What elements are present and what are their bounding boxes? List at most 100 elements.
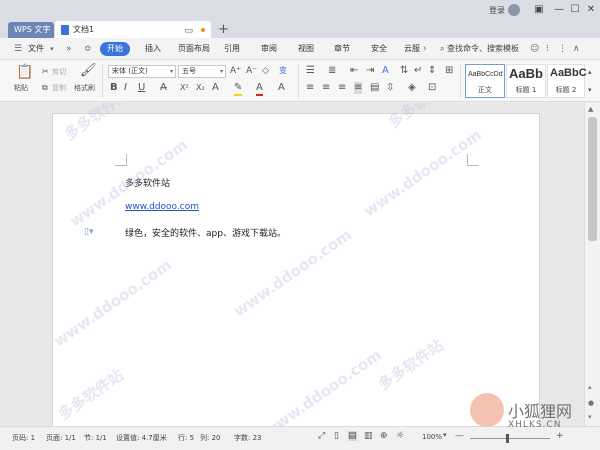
styles-scroll-down-icon[interactable]: ▾ [588,84,592,96]
browse-object-icon[interactable]: ● [588,399,594,407]
document-page[interactable]: 多多软件站 www.ddooo.com ▯▾ 绿色，安全的软件、app、游戏下载… [50,103,540,426]
menu-chapter[interactable]: 章节 [334,42,350,56]
menu-file[interactable]: 文件 [28,42,44,56]
zoom-out-button[interactable]: — [455,431,464,441]
style-normal[interactable]: AaBbCcDd 正文 [465,64,505,98]
align-center-icon[interactable]: ≡ [322,82,330,94]
grow-font-icon[interactable]: A⁺ [230,65,241,77]
underline-icon[interactable]: U [138,82,145,94]
clear-format-icon[interactable]: ◇ [262,65,269,77]
minimize-button[interactable]: — [552,3,566,17]
scroll-up-icon[interactable]: ▲ [588,105,593,113]
scroll-thumb[interactable] [588,117,597,241]
shrink-font-icon[interactable]: A⁻ [246,65,257,77]
zoom-slider[interactable] [470,438,550,439]
login-link[interactable]: 登录 [489,5,505,16]
zoom-menu-icon[interactable]: ▾ [443,431,447,439]
subscript-icon[interactable]: X₂ [196,82,205,94]
bold-icon[interactable]: B [110,82,118,94]
scissors-icon[interactable]: ✂ [42,66,49,78]
doc-line-description[interactable]: 绿色，安全的软件、app、游戏下载站。 [125,226,286,239]
settings-icon[interactable]: ⁝ [546,42,549,56]
format-painter-button[interactable]: 格式刷 [74,84,95,93]
decrease-indent-icon[interactable]: ⇤ [350,65,358,77]
distributed-icon[interactable]: ▤ [370,82,379,94]
chevron-down-icon[interactable]: ▾ [50,42,54,56]
collapse-ribbon-icon[interactable]: ∧ [573,42,580,56]
font-family-select[interactable]: 宋体 (正文) ▾ [108,65,176,78]
highlight-icon[interactable]: ✎ [234,82,243,96]
menu-home[interactable]: 开始 [100,42,130,56]
vertical-scrollbar[interactable]: ▲ ▴ ● ▾ [584,103,600,426]
status-setting[interactable]: 设置值: 4.7厘米 [116,433,167,443]
zoom-in-button[interactable]: + [556,431,564,441]
paragraph-menu-icon[interactable]: ▯▾ [84,227,93,237]
menu-security[interactable]: 安全 [371,42,387,56]
pinyin-icon[interactable]: 变 [279,65,287,77]
web-layout-icon[interactable]: ⊕ [380,431,388,441]
show-marks-icon[interactable]: ↵ [414,65,422,77]
strikethrough-icon[interactable]: A̶ [160,82,167,94]
line-spacing-menu-icon[interactable]: ⇳ [386,82,394,94]
cut-button[interactable]: 剪切 [52,68,66,77]
hamburger-icon[interactable]: ☰ [14,42,22,56]
command-search[interactable]: ⌕ 查找命令、搜索模板 [440,42,519,56]
char-border-icon[interactable]: A [278,82,285,94]
align-right-icon[interactable]: ≡ [338,82,346,94]
style-heading-1[interactable]: AaBb 标题 1 [506,64,546,98]
paste-button[interactable]: 粘贴 [14,84,28,93]
sort-icon[interactable]: ⇅ [400,65,408,77]
tab-wps-writer[interactable]: WPS 文字 [8,22,54,38]
avatar[interactable] [508,4,520,16]
copy-button[interactable]: 复制 [52,84,66,93]
menu-page-layout[interactable]: 页面布局 [178,42,210,56]
styles-scroll-up-icon[interactable]: ▴ [588,66,592,78]
chinese-layout-icon[interactable]: A [382,65,389,77]
justify-icon[interactable]: ≡ [354,82,363,94]
next-page-icon[interactable]: ▾ [588,413,592,421]
prev-page-icon[interactable]: ▴ [588,383,592,391]
line-spacing-icon[interactable]: ⇕ [428,65,436,77]
copy-icon[interactable]: ⧉ [42,82,48,94]
menu-insert[interactable]: 插入 [145,42,161,56]
borders-icon[interactable]: ⊡ [428,82,436,94]
status-page[interactable]: 页码: 1 [12,433,35,443]
status-section[interactable]: 节: 1/1 [84,433,107,443]
format-painter-icon[interactable]: 🖌 [80,64,97,77]
more-icon[interactable]: » [66,42,72,56]
status-words[interactable]: 字数: 23 [234,433,262,443]
italic-icon[interactable]: I [124,82,127,94]
menu-scroll-icon[interactable]: › [423,42,427,56]
fullscreen-icon[interactable]: ⤢ [318,431,325,441]
more-options-icon[interactable]: ⋮ [558,42,567,56]
status-row[interactable]: 行: 5 [178,433,194,443]
bullet-list-icon[interactable]: ☰ [306,65,315,77]
maximize-button[interactable]: ☐ [568,3,582,17]
document-area[interactable]: 多多软件站 www.ddooo.com ▯▾ 绿色，安全的软件、app、游戏下载… [0,103,584,426]
zoom-level[interactable]: 100% [422,433,442,441]
paste-icon[interactable]: 📋 [16,65,33,79]
number-list-icon[interactable]: ≣ [328,65,336,77]
status-col[interactable]: 列: 20 [200,433,221,443]
menu-references[interactable]: 引用 [224,42,240,56]
style-heading-2[interactable]: AaBbC 标题 2 [547,64,587,98]
menu-review[interactable]: 审阅 [261,42,277,56]
increase-indent-icon[interactable]: ⇥ [366,65,374,77]
chat-icon[interactable]: ☺ [530,42,539,56]
customize-icon[interactable]: ≎ [84,42,92,56]
new-tab-button[interactable]: + [218,21,229,38]
text-effect-icon[interactable]: A [212,82,219,94]
font-size-select[interactable]: 五号 ▾ [178,65,226,78]
print-layout-icon[interactable]: ▤ [348,431,357,441]
zoom-slider-handle[interactable] [506,434,509,443]
close-button[interactable]: ✕ [584,3,598,17]
tab-document[interactable]: 文档1 ▭ [55,21,211,38]
restore-icon[interactable]: ▣ [532,3,546,17]
menu-view[interactable]: 视图 [298,42,314,56]
table-icon[interactable]: ⊞ [445,65,453,77]
doc-line-link[interactable]: www.ddooo.com [125,202,199,212]
align-left-icon[interactable]: ≡ [306,82,314,94]
eye-protection-icon[interactable]: ☼ [396,431,404,441]
shading-icon[interactable]: ◈ [408,82,416,94]
page-view-icon[interactable]: ▯ [334,431,339,441]
